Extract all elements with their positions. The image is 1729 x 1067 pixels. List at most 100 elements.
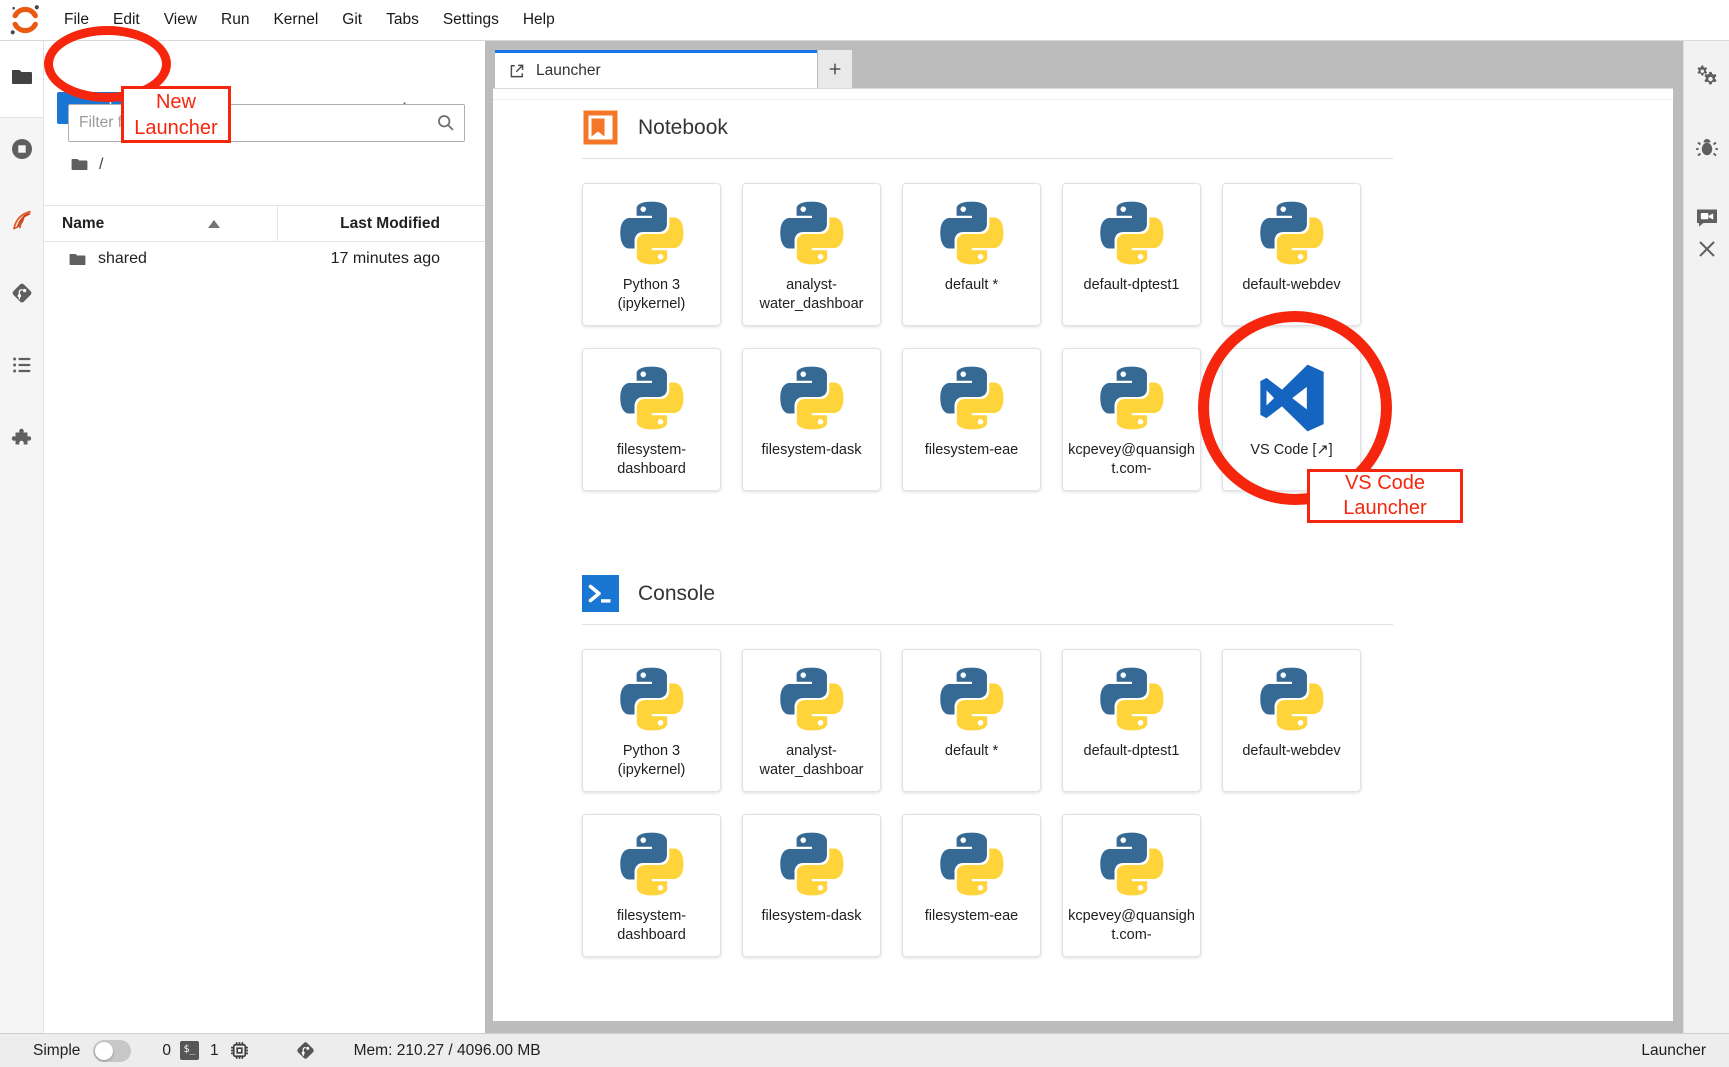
video-chat-icon[interactable] (1695, 205, 1719, 229)
launcher-card-label: kcpevey@quansight.com- (1068, 907, 1195, 945)
filter-box (68, 104, 465, 142)
python-logo-icon (620, 667, 684, 731)
python-logo-icon (1100, 366, 1164, 430)
column-header-name[interactable]: Name (62, 215, 104, 233)
launcher-card-default-dptest1[interactable]: default-dptest1 (1062, 183, 1201, 326)
menu-settings[interactable]: Settings (431, 11, 511, 29)
python-logo-icon (780, 366, 844, 430)
menu-tabs[interactable]: Tabs (374, 11, 431, 29)
launcher-card-kcpevey-quansight-com[interactable]: kcpevey@quansight.com- (1062, 814, 1201, 957)
launcher-card-row: Python 3 (ipykernel) analyst-water_dashbo… (582, 183, 1673, 326)
menu-bar: FileEditViewRunKernelGitTabsSettingsHelp (0, 0, 1729, 41)
menu-kernel[interactable]: Kernel (261, 11, 330, 29)
python-logo-icon (1260, 667, 1324, 731)
git-status-icon[interactable] (295, 1040, 316, 1061)
launcher-card-python-3-ipykernel[interactable]: Python 3 (ipykernel) (582, 183, 721, 326)
python-logo-icon (1100, 832, 1164, 896)
launcher-card-label: VS Code [↗] (1250, 441, 1332, 460)
launcher-card-filesystem-dask[interactable]: filesystem-dask (742, 814, 881, 957)
console-section-title: Console (638, 582, 715, 606)
launcher-card-label: analyst-water_dashboar (748, 276, 875, 314)
console-icon (582, 575, 619, 612)
notebook-section-header: Notebook (582, 109, 1673, 146)
app-logo-icon (8, 3, 42, 37)
launcher-card-kcpevey-quansight-com[interactable]: kcpevey@quansight.com- (1062, 348, 1201, 491)
file-list-header: Name Last Modified (44, 205, 485, 242)
main-dock-panel: Launcher NotebookPython 3 (ipykernel)ana… (485, 41, 1683, 1033)
terminal-icon[interactable]: $_ (180, 1041, 199, 1060)
tab-launcher-label: Launcher (536, 62, 601, 80)
python-logo-icon (620, 366, 684, 430)
memory-usage: Mem: 210.27 / 4096.00 MB (354, 1042, 541, 1060)
breadcrumb-root[interactable]: / (99, 156, 103, 174)
launcher-card-analyst-water-dashboar[interactable]: analyst-water_dashboar (742, 649, 881, 792)
launcher-card-row: filesystem-dashboard filesystem-daskfiles… (582, 814, 1673, 957)
launcher-card-default-webdev[interactable]: default-webdev (1222, 649, 1361, 792)
launcher-card-default-dptest1[interactable]: default-dptest1 (1062, 649, 1201, 792)
launcher-section-notebook: Notebook Python 3 (ipykernel) analyst-wate… (582, 109, 1673, 491)
launcher-card-default-webdev[interactable]: default-webdev (1222, 183, 1361, 326)
breadcrumb[interactable]: / (70, 155, 103, 174)
git-icon[interactable] (10, 281, 34, 305)
file-row-shared[interactable]: shared17 minutes ago (44, 242, 485, 276)
launcher-card-filesystem-eae[interactable]: filesystem-eae (902, 814, 1041, 957)
launcher-card-default[interactable]: default * (902, 649, 1041, 792)
simple-mode-toggle[interactable] (93, 1040, 131, 1062)
sort-ascending-icon[interactable] (208, 220, 220, 228)
launcher-card-python-3-ipykernel[interactable]: Python 3 (ipykernel) (582, 649, 721, 792)
simple-mode-label: Simple (33, 1042, 80, 1060)
status-context-label: Launcher (1641, 1042, 1706, 1060)
python-logo-icon (940, 201, 1004, 265)
python-logo-icon (620, 201, 684, 265)
right-activity-bar (1683, 41, 1729, 1033)
python-logo-icon (780, 201, 844, 265)
menu-help[interactable]: Help (511, 11, 567, 29)
column-header-modified[interactable]: Last Modified (340, 215, 440, 233)
python-logo-icon (1100, 201, 1164, 265)
notebook-section-title: Notebook (638, 116, 728, 140)
launcher-card-filesystem-dask[interactable]: filesystem-dask (742, 348, 881, 491)
column-divider (277, 206, 278, 241)
launcher-card-label: default-dptest1 (1084, 276, 1180, 295)
table-of-contents-icon[interactable] (10, 353, 34, 377)
kernel-count[interactable]: 1 (210, 1042, 219, 1060)
terminal-count[interactable]: 0 (162, 1042, 171, 1060)
file-list: shared17 minutes ago (44, 242, 485, 276)
running-kernels-icon[interactable] (10, 137, 34, 161)
launcher-card-label: filesystem-eae (925, 441, 1018, 460)
menu-file[interactable]: File (52, 11, 101, 29)
section-divider (582, 624, 1393, 625)
launcher-card-label: filesystem-dask (762, 441, 862, 460)
filter-input[interactable] (68, 104, 465, 142)
close-icon[interactable] (1695, 237, 1719, 261)
launcher-card-filesystem-eae[interactable]: filesystem-eae (902, 348, 1041, 491)
launcher-card-label: default * (945, 276, 998, 295)
launcher-card-filesystem-dashboard[interactable]: filesystem-dashboard (582, 348, 721, 491)
menu-view[interactable]: View (152, 11, 209, 29)
python-logo-icon (620, 832, 684, 896)
python-logo-icon (780, 832, 844, 896)
python-logo-icon (1260, 201, 1324, 265)
section-divider (582, 158, 1393, 159)
launcher-card-filesystem-dashboard[interactable]: filesystem-dashboard (582, 814, 721, 957)
tab-launcher[interactable]: Launcher (495, 50, 817, 88)
new-tab-button[interactable] (818, 50, 852, 88)
launcher-card-label: filesystem-dashboard (588, 907, 715, 945)
launcher-card-vs-code[interactable]: VS Code [↗] (1222, 348, 1361, 491)
kernel-chip-icon[interactable] (228, 1039, 251, 1062)
launcher-card-analyst-water-dashboar[interactable]: analyst-water_dashboar (742, 183, 881, 326)
launcher-card-default[interactable]: default * (902, 183, 1041, 326)
launcher-card-label: default * (945, 742, 998, 761)
python-logo-icon (940, 667, 1004, 731)
launcher-tab-icon (508, 62, 526, 80)
menu-run[interactable]: Run (209, 11, 261, 29)
extensions-icon[interactable] (10, 426, 34, 450)
debugger-icon[interactable] (1695, 135, 1719, 159)
menu-git[interactable]: Git (330, 11, 374, 29)
property-inspector-icon[interactable] (1695, 63, 1719, 87)
python-logo-icon (780, 667, 844, 731)
file-browser-icon[interactable] (10, 65, 34, 89)
launcher-card-label: default-webdev (1242, 276, 1340, 295)
menu-edit[interactable]: Edit (101, 11, 152, 29)
environment-icon[interactable] (10, 208, 34, 232)
